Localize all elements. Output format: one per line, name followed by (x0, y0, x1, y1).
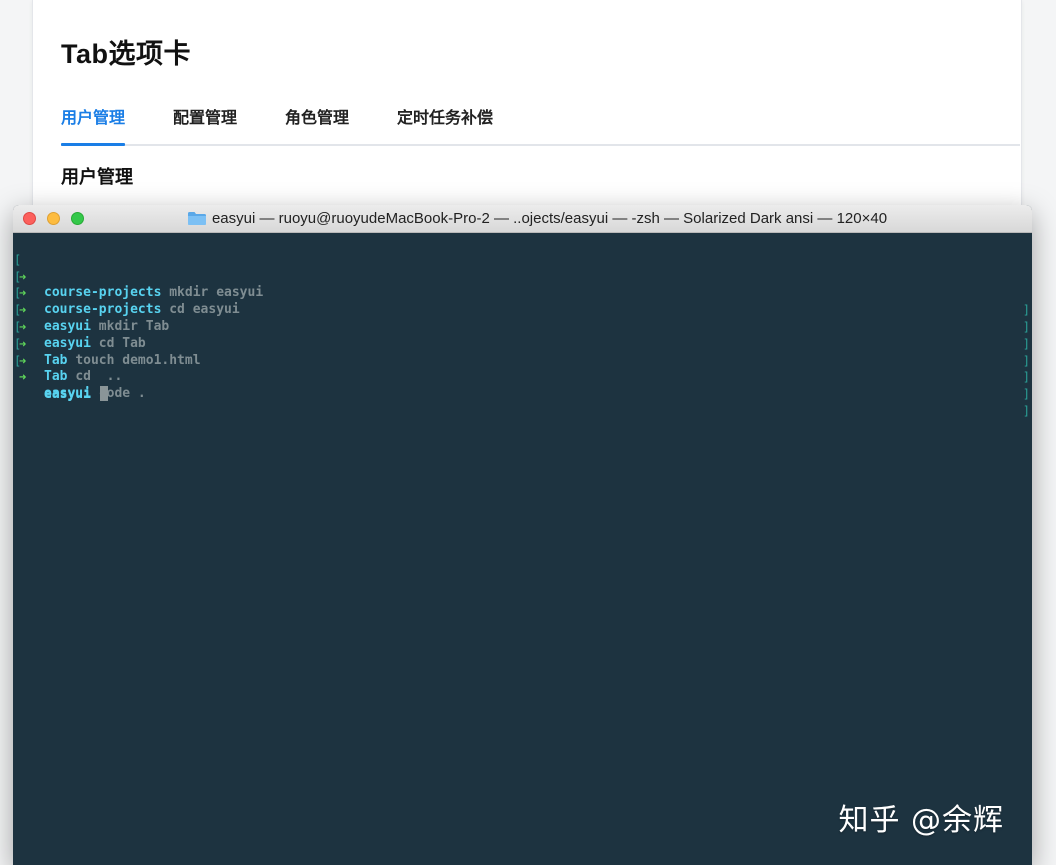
terminal-line: [ ➜ course-projects mkdir easyui ] (13, 235, 1032, 317)
prompt-arrow-icon: ➜ (19, 370, 27, 385)
line-bracket-right: ] (1022, 370, 1030, 385)
tab-content-title: 用户管理 (61, 167, 133, 187)
folder-icon (187, 212, 206, 225)
terminal-line: [ ➜ easyui mkdir Tab ] (13, 269, 1032, 350)
webpage-card: Tab选项卡 用户管理 配置管理 角色管理 定时任务补偿 用户管理 (32, 0, 1022, 240)
screen: Tab选项卡 用户管理 配置管理 角色管理 定时任务补偿 用户管理 easyui… (0, 0, 1056, 865)
terminal-window[interactable]: easyui — ruoyu@ruoyudeMacBook-Pro-2 — ..… (13, 205, 1032, 865)
terminal-line: [ ➜ course-projects cd easyui ] (13, 252, 1032, 334)
text-cursor (99, 386, 108, 402)
terminal-titlebar[interactable]: easyui — ruoyu@ruoyudeMacBook-Pro-2 — ..… (13, 205, 1032, 233)
terminal-line: [ ➜ Tab touch demo1.html ] (13, 302, 1032, 384)
tab-user-management[interactable]: 用户管理 (61, 100, 126, 146)
terminal-line: [ ➜ Tab cd .. ] (13, 319, 1032, 401)
terminal-title: easyui — ruoyu@ruoyudeMacBook-Pro-2 — ..… (211, 210, 888, 227)
command-text: cd .. (75, 369, 123, 385)
tab-bar: 用户管理 配置管理 角色管理 定时任务补偿 (61, 100, 1020, 146)
line-bracket-right: ] (1022, 387, 1030, 402)
terminal-title-wrap: easyui — ruoyu@ruoyudeMacBook-Pro-2 — ..… (13, 205, 1032, 232)
prompt-directory: easyui (44, 386, 108, 404)
page-title: Tab选项卡 (61, 39, 191, 69)
tab-role-management[interactable]: 角色管理 (285, 100, 349, 144)
terminal-line: [ ➜ easyui cd Tab ] (13, 285, 1032, 367)
prompt-directory-text: easyui (44, 387, 91, 403)
tab-scheduled-task-compensation[interactable]: 定时任务补偿 (397, 100, 493, 144)
zhihu-watermark: 知乎 @余辉 (838, 803, 1004, 838)
terminal-output[interactable]: [ ➜ course-projects mkdir easyui ] [ ➜ c… (13, 233, 1032, 418)
line-bracket-right: ] (1022, 403, 1030, 418)
terminal-line-current[interactable]: ➜ easyui (13, 353, 1032, 402)
terminal-line: [ ➜ easyui code . ] (13, 336, 1032, 418)
tab-config-management[interactable]: 配置管理 (173, 100, 237, 144)
